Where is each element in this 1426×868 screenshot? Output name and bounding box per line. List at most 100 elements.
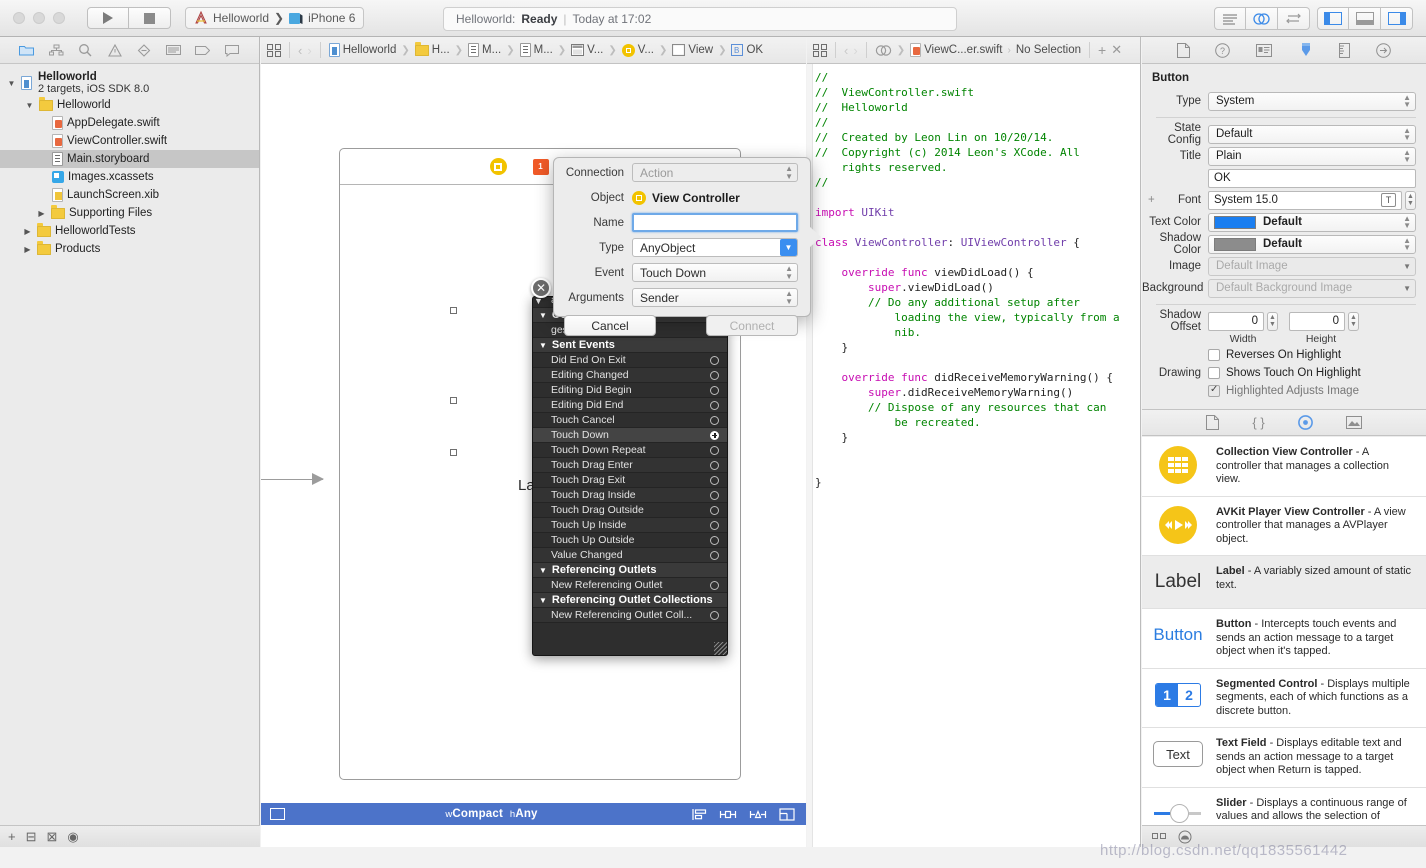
align-button[interactable] [691,808,707,821]
selection-handle[interactable] [450,449,457,456]
connection-row[interactable]: Touch Up Outside [533,533,727,548]
stepper-icon[interactable]: ▲ ▼ [1405,190,1416,210]
connection-row[interactable]: Value Changed [533,548,727,563]
symbol-navigator-tab[interactable] [45,40,67,60]
type-select[interactable]: System ▲ ▼ [1208,91,1416,111]
breadcrumb-item-source-file[interactable]: ViewC...er.swift [910,43,1002,57]
go-back-button[interactable]: ‹ [844,43,848,58]
connection-row[interactable]: Touch Drag Outside [533,503,727,518]
view-controller-icon[interactable] [489,158,507,175]
library-item[interactable]: AVKit Player View Controller - A view co… [1142,497,1426,556]
disclosure-triangle-icon[interactable]: ▼ [539,596,547,605]
shadow-color-swatch[interactable] [1214,237,1256,251]
breadcrumb-item-view-controller[interactable]: V... [621,43,654,57]
connection-row[interactable]: Touch Down Repeat [533,443,727,458]
media-library-tab[interactable] [1345,416,1362,429]
title-text-input[interactable]: OK [1208,168,1416,188]
tree-item-main-storyboard[interactable]: Main.storyboard [0,150,259,168]
tree-item-supporting-files[interactable]: ▶ Supporting Files [0,204,259,222]
connection-well-filled-icon[interactable] [710,430,719,440]
library-item[interactable]: 12 Segmented Control - Displays multiple… [1142,669,1426,728]
tree-item-products[interactable]: ▶ Products [0,240,259,258]
selection-handle[interactable] [450,307,457,314]
stepper-icon[interactable]: ▲ ▼ [1267,311,1278,331]
state-config-select[interactable]: Default ▲ ▼ [1208,124,1416,144]
connection-row[interactable]: Touch Up Inside [533,518,727,533]
file-inspector-tab[interactable] [1176,42,1190,58]
tree-item-helloworld-group[interactable]: ▼ Helloworld [0,96,259,114]
disclosure-triangle-icon[interactable]: ▼ [6,79,17,88]
filter-icon[interactable]: ⊟ [26,829,37,845]
attributes-inspector-tab[interactable] [1298,42,1314,58]
tree-item-helloworldtests[interactable]: ▶ HelloworldTests [0,222,259,240]
scheme-selector[interactable]: Helloworld ❯ iPhone 6 [185,7,365,29]
connection-row[interactable]: Touch Drag Exit [533,473,727,488]
close-icon[interactable]: ✕ [531,278,551,298]
breadcrumb-item-project[interactable]: Helloworld [328,43,396,57]
object-library-list[interactable]: Collection View Controller - A controlle… [1142,437,1426,825]
new-action-connection-popover[interactable]: Connection Action ▲ ▼ Object View Control… [553,157,821,336]
shadow-offset-height-input[interactable]: 0 [1289,311,1345,331]
first-responder-icon[interactable]: 1 [532,158,549,175]
related-items-icon[interactable] [813,43,827,57]
connection-well-icon[interactable] [710,415,719,425]
highlighted-adjusts-image-checkbox[interactable] [1208,384,1220,397]
selection-handle[interactable] [450,397,457,404]
file-template-library-tab[interactable] [1206,415,1220,430]
font-input[interactable]: System 15.0 T [1208,190,1402,210]
reverses-on-highlight-checkbox[interactable] [1208,349,1220,361]
source-control-filter-icon[interactable]: ◉ [67,829,78,845]
tree-item-appdelegate[interactable]: AppDelegate.swift [0,114,259,132]
connection-row[interactable]: Editing Did Begin [533,383,727,398]
connection-row[interactable]: Touch Cancel [533,413,727,428]
resolve-issues-button[interactable] [749,808,767,821]
related-items-icon[interactable] [267,43,281,57]
library-item[interactable]: Collection View Controller - A controlle… [1142,437,1426,497]
object-filter-icon[interactable] [1178,830,1192,844]
cancel-button[interactable]: Cancel [564,315,656,336]
image-combo[interactable]: Default Image ▼ [1208,256,1416,276]
add-item-button[interactable]: + [8,829,16,844]
connection-select[interactable]: Action ▲ ▼ [632,163,798,182]
connection-well-icon[interactable] [710,505,719,515]
disclosure-triangle-icon[interactable]: ▼ [539,341,547,350]
go-forward-button[interactable]: › [853,43,857,58]
disclosure-triangle-icon[interactable]: ▶ [22,245,33,254]
disclosure-triangle-icon[interactable]: ▼ [534,296,543,306]
connection-well-icon[interactable] [710,370,719,380]
text-color-swatch[interactable] [1214,215,1256,229]
standard-editor-button[interactable] [1214,7,1246,30]
quick-help-tab[interactable]: ? [1215,42,1231,58]
zoom-window-button[interactable] [53,12,65,24]
tag-navigator-tab[interactable] [192,40,214,60]
stop-button[interactable] [129,7,171,29]
size-class-label[interactable]: wCompact hAny [292,808,691,820]
library-item[interactable]: Label Label - A variably sized amount of… [1142,556,1426,609]
library-item[interactable]: Slider - Displays a continuous range of … [1142,788,1426,826]
disclosure-triangle-icon[interactable]: ▼ [539,311,547,320]
comment-navigator-tab[interactable] [221,40,243,60]
connection-well-icon[interactable] [710,610,719,620]
embed-in-button[interactable] [779,807,795,821]
project-navigator-tab[interactable] [16,40,38,60]
connection-well-icon[interactable] [710,550,719,560]
connection-well-icon[interactable] [710,490,719,500]
connection-row[interactable]: Editing Changed [533,368,727,383]
tree-item-launchscreen-xib[interactable]: LaunchScreen.xib [0,186,259,204]
disclosure-triangle-icon[interactable]: ▼ [539,566,547,575]
size-inspector-tab[interactable] [1339,42,1351,58]
connections-section-header[interactable]: ▼ Referencing Outlets [533,563,727,578]
connection-row[interactable]: New Referencing Outlet Coll... [533,608,727,623]
assistant-counterparts-icon[interactable] [875,44,892,57]
connection-well-icon[interactable] [710,355,719,365]
breakpoint-navigator-tab[interactable] [133,40,155,60]
type-combo[interactable]: AnyObject ▼ [632,238,798,257]
view-as-device-icon[interactable] [270,808,285,820]
code-snippet-library-tab[interactable]: { } [1252,415,1264,430]
connection-row[interactable]: Touch Drag Enter [533,458,727,473]
connections-inspector-popup[interactable]: action▼Outlet CollectionsgestureRecogniz… [532,296,728,656]
project-root-row[interactable]: ▼ Helloworld 2 targets, iOS SDK 8.0 [0,70,259,96]
disclosure-triangle-icon[interactable]: ▶ [22,227,33,236]
breadcrumb-item-file[interactable]: M... [468,43,501,57]
stepper-icon[interactable]: ▲ ▼ [1348,311,1359,331]
